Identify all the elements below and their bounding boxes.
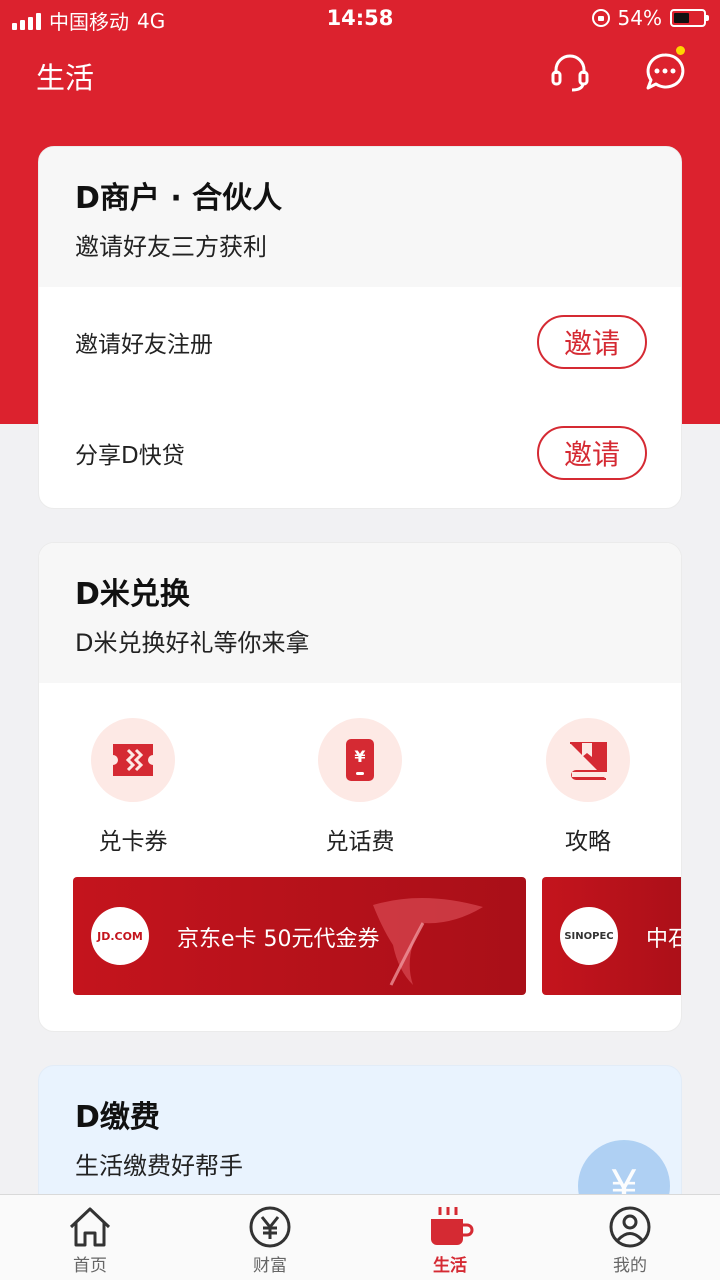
coffee-icon — [431, 1207, 474, 1245]
yen-icon — [249, 1206, 291, 1248]
tab-mine-label: 我的 — [613, 1256, 647, 1276]
share-loan-row: 分享D快贷 邀请 — [39, 398, 681, 508]
page-title: 生活 — [36, 61, 95, 95]
invite-register-button[interactable]: 邀请 — [537, 315, 647, 369]
exchange-phone-bill-label: 兑话费 — [325, 829, 395, 855]
guide-label: 攻略 — [565, 829, 611, 855]
sinopec-text: 中石 — [646, 927, 681, 952]
dmi-card-title: D米兑换 — [75, 577, 190, 612]
partner-card-subtitle: 邀请好友三方获利 — [75, 233, 267, 261]
guide-item[interactable]: 攻略 — [513, 718, 663, 856]
partner-card-title: D商户 · 合伙人 — [75, 181, 283, 216]
headset-icon[interactable] — [548, 50, 592, 94]
notification-dot — [676, 46, 685, 55]
payment-card-subtitle: 生活缴费好帮手 — [75, 1152, 243, 1180]
status-right: 54% — [591, 6, 709, 30]
home-icon — [69, 1207, 111, 1247]
sinopec-banner[interactable]: SINOPEC 中石 — [542, 877, 681, 995]
share-loan-label: 分享D快贷 — [75, 443, 185, 469]
partner-card: D商户 · 合伙人 邀请好友三方获利 邀请好友注册 邀请 分享D快贷 邀请 — [38, 146, 682, 509]
tab-wealth[interactable]: 财富 — [210, 1195, 330, 1280]
ticket-icon — [91, 718, 175, 802]
decorative-dog-graphic — [373, 897, 483, 986]
invite-register-row: 邀请好友注册 邀请 — [39, 287, 681, 397]
tab-wealth-label: 财富 — [253, 1256, 287, 1276]
tab-mine[interactable]: 我的 — [570, 1195, 690, 1280]
exchange-phone-bill-item[interactable]: ¥ 兑话费 — [285, 718, 435, 856]
status-bar: 中国移动 4G 14:58 54% — [0, 0, 720, 38]
share-loan-invite-button[interactable]: 邀请 — [537, 426, 647, 480]
dmi-exchange-card: D米兑换 D米兑换好礼等你来拿 兑卡券 ¥ 兑话费 攻略 JD.COM 京东e卡… — [38, 542, 682, 1032]
book-icon — [546, 718, 630, 802]
tab-home-label: 首页 — [73, 1256, 107, 1276]
battery-icon — [670, 9, 709, 27]
svg-text:¥: ¥ — [354, 747, 365, 766]
rotation-lock-icon — [591, 9, 610, 27]
tab-life[interactable]: 生活 — [390, 1195, 510, 1280]
message-icon[interactable] — [643, 50, 687, 94]
invite-register-label: 邀请好友注册 — [75, 332, 213, 358]
tab-home[interactable]: 首页 — [30, 1195, 150, 1280]
payment-card-title: D缴费 — [75, 1100, 160, 1135]
dmi-card-header: D米兑换 D米兑换好礼等你来拿 — [39, 543, 681, 683]
tab-life-label: 生活 — [433, 1256, 467, 1276]
exchange-coupon-label: 兑卡券 — [98, 829, 168, 855]
jd-ecard-text: 京东e卡 50元代金券 — [177, 927, 380, 952]
tab-bar: 首页 财富 生活 我的 — [0, 1194, 720, 1280]
battery-percent: 54% — [617, 6, 662, 30]
user-icon — [609, 1206, 651, 1248]
exchange-coupon-item[interactable]: 兑卡券 — [58, 718, 208, 856]
phone-bill-icon: ¥ — [318, 718, 402, 802]
dmi-card-subtitle: D米兑换好礼等你来拿 — [75, 629, 310, 657]
jd-logo: JD.COM — [91, 907, 149, 965]
partner-card-header: D商户 · 合伙人 邀请好友三方获利 — [39, 147, 681, 287]
jd-ecard-banner[interactable]: JD.COM 京东e卡 50元代金券 — [73, 877, 526, 995]
sinopec-logo: SINOPEC — [560, 907, 618, 965]
